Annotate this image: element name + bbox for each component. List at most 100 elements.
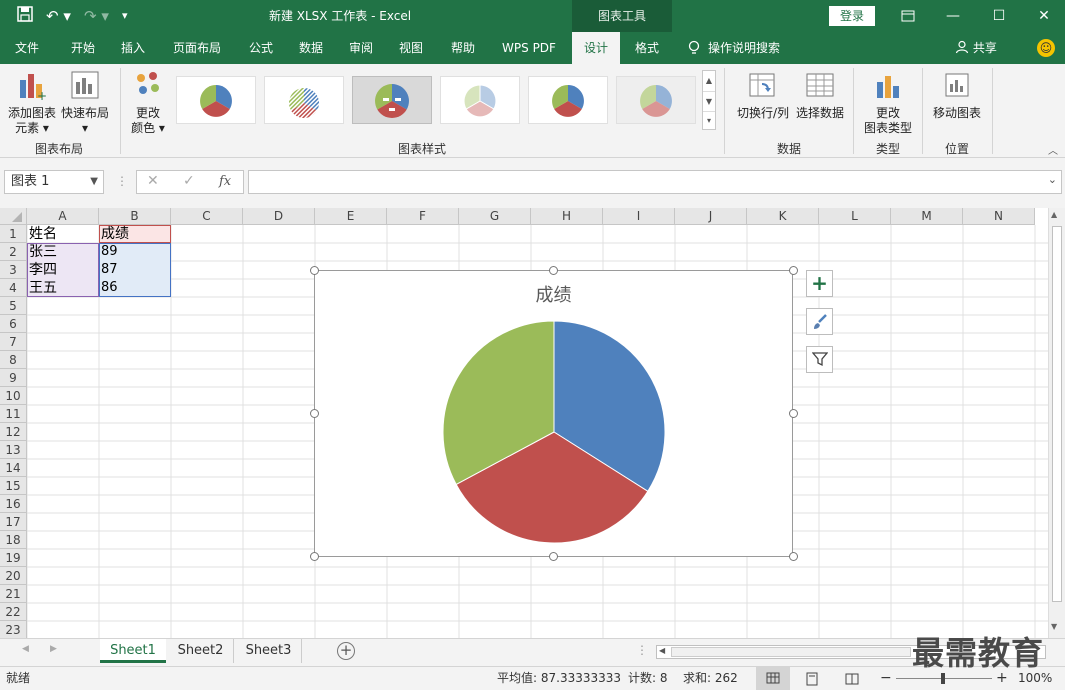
row-header-10[interactable]: 10 [0,387,27,405]
row-header-20[interactable]: 20 [0,567,27,585]
chart-style-1[interactable] [176,76,256,124]
row-header-7[interactable]: 7 [0,333,27,351]
minimize-icon[interactable]: — [930,0,976,32]
scroll-up-icon[interactable]: ▲ [1051,210,1057,219]
hscroll-left-icon[interactable]: ◀ [659,646,665,655]
chart-style-6[interactable] [616,76,696,124]
enter-icon[interactable]: ✓ [183,173,195,189]
gallery-up-icon[interactable]: ▲ [703,71,715,91]
select-data-button[interactable]: 选择数据 [794,70,846,121]
tab-file[interactable]: 文件 [4,32,50,64]
row-header-6[interactable]: 6 [0,315,27,333]
cell-a3[interactable]: 李四 [27,261,57,279]
expand-formula-icon[interactable]: ⌄ [1048,173,1057,186]
normal-view-icon[interactable] [756,667,790,690]
move-chart-button[interactable]: 移动图表 [928,70,986,121]
sheet-tab-sheet2[interactable]: Sheet2 [168,639,234,663]
tab-page-layout[interactable]: 页面布局 [164,32,230,64]
formula-bar-splitter-icon[interactable]: ⋮ [116,174,128,188]
quick-layout-button[interactable]: 快速布局 ▾ [60,70,110,136]
vertical-scrollbar[interactable]: ▲ ▼ [1048,208,1065,638]
smiley-feedback-icon[interactable]: ☺ [1037,39,1055,57]
tab-design[interactable]: 设计 [572,32,620,64]
column-header-d[interactable]: D [243,208,315,225]
switch-row-column-button[interactable]: 切换行/列 [734,70,792,121]
hscroll-thumb[interactable] [671,647,911,657]
change-chart-type-button[interactable]: 更改 图表类型 [860,70,916,136]
sheet-prev-icon[interactable]: ◀ [22,644,29,654]
scroll-thumb[interactable] [1052,226,1062,602]
column-header-i[interactable]: I [603,208,675,225]
column-header-n[interactable]: N [963,208,1035,225]
row-header-9[interactable]: 9 [0,369,27,387]
formula-input[interactable]: ⌄ [248,170,1062,194]
row-header-3[interactable]: 3 [0,261,27,279]
row-header-19[interactable]: 19 [0,549,27,567]
close-icon[interactable]: ✕ [1021,0,1065,32]
name-box[interactable]: 图表 1 ▼ [4,170,104,194]
chart-style-2[interactable] [264,76,344,124]
row-header-16[interactable]: 16 [0,495,27,513]
column-header-k[interactable]: K [747,208,819,225]
chart-styles-button[interactable] [806,308,833,335]
column-header-g[interactable]: G [459,208,531,225]
resize-handle-se[interactable] [789,552,798,561]
cell-b1[interactable]: 成绩 [99,225,129,243]
chart-style-5[interactable] [528,76,608,124]
tell-me-search[interactable]: 操作说明搜索 [708,32,798,64]
collapse-ribbon-icon[interactable]: ︿ [1048,142,1058,157]
row-header-4[interactable]: 4 [0,279,27,297]
row-header-8[interactable]: 8 [0,351,27,369]
resize-handle-w[interactable] [310,409,319,418]
row-header-5[interactable]: 5 [0,297,27,315]
gallery-down-icon[interactable]: ▼ [703,91,715,111]
select-all-corner[interactable] [0,208,27,225]
tab-insert[interactable]: 插入 [110,32,156,64]
row-header-23[interactable]: 23 [0,621,27,638]
resize-handle-sw[interactable] [310,552,319,561]
column-header-c[interactable]: C [171,208,243,225]
row-header-11[interactable]: 11 [0,405,27,423]
chart-filters-button[interactable] [806,346,833,373]
cell-b3[interactable]: 87 [99,261,118,279]
column-header-h[interactable]: H [531,208,603,225]
row-header-1[interactable]: 1 [0,225,27,243]
zoom-out-icon[interactable]: − [880,667,892,690]
row-header-13[interactable]: 13 [0,441,27,459]
row-header-18[interactable]: 18 [0,531,27,549]
column-header-e[interactable]: E [315,208,387,225]
add-chart-element-button[interactable]: + 添加图表 元素 ▾ [6,70,58,136]
cancel-icon[interactable]: ✕ [147,173,159,189]
tab-splitter-icon[interactable]: ⋮ [636,643,648,657]
scroll-down-icon[interactable]: ▼ [1051,622,1057,631]
sheet-tab-sheet3[interactable]: Sheet3 [236,639,302,663]
row-header-22[interactable]: 22 [0,603,27,621]
column-header-m[interactable]: M [891,208,963,225]
change-colors-button[interactable]: 更改 颜色 ▾ [128,70,168,136]
column-header-l[interactable]: L [819,208,891,225]
name-box-dropdown-icon[interactable]: ▼ [90,171,98,193]
insert-function-icon[interactable]: fx [219,174,231,189]
tab-view[interactable]: 视图 [388,32,434,64]
row-header-2[interactable]: 2 [0,243,27,261]
cell-a4[interactable]: 王五 [27,279,57,297]
column-header-f[interactable]: F [387,208,459,225]
gallery-more-icon[interactable]: ▾ [703,111,715,129]
chart-elements-button[interactable]: + [806,270,833,297]
row-header-12[interactable]: 12 [0,423,27,441]
zoom-slider-thumb[interactable] [941,673,945,684]
chart-style-3[interactable] [352,76,432,124]
share-button[interactable]: 共享 [955,32,997,64]
resize-handle-n[interactable] [549,266,558,275]
tab-home[interactable]: 开始 [58,32,108,64]
resize-handle-s[interactable] [549,552,558,561]
column-header-b[interactable]: B [99,208,171,225]
chart-style-4[interactable] [440,76,520,124]
tab-review[interactable]: 审阅 [338,32,384,64]
row-header-21[interactable]: 21 [0,585,27,603]
ribbon-display-icon[interactable] [885,0,931,32]
login-button[interactable]: 登录 [829,6,875,26]
resize-handle-nw[interactable] [310,266,319,275]
tab-formulas[interactable]: 公式 [238,32,284,64]
row-header-17[interactable]: 17 [0,513,27,531]
